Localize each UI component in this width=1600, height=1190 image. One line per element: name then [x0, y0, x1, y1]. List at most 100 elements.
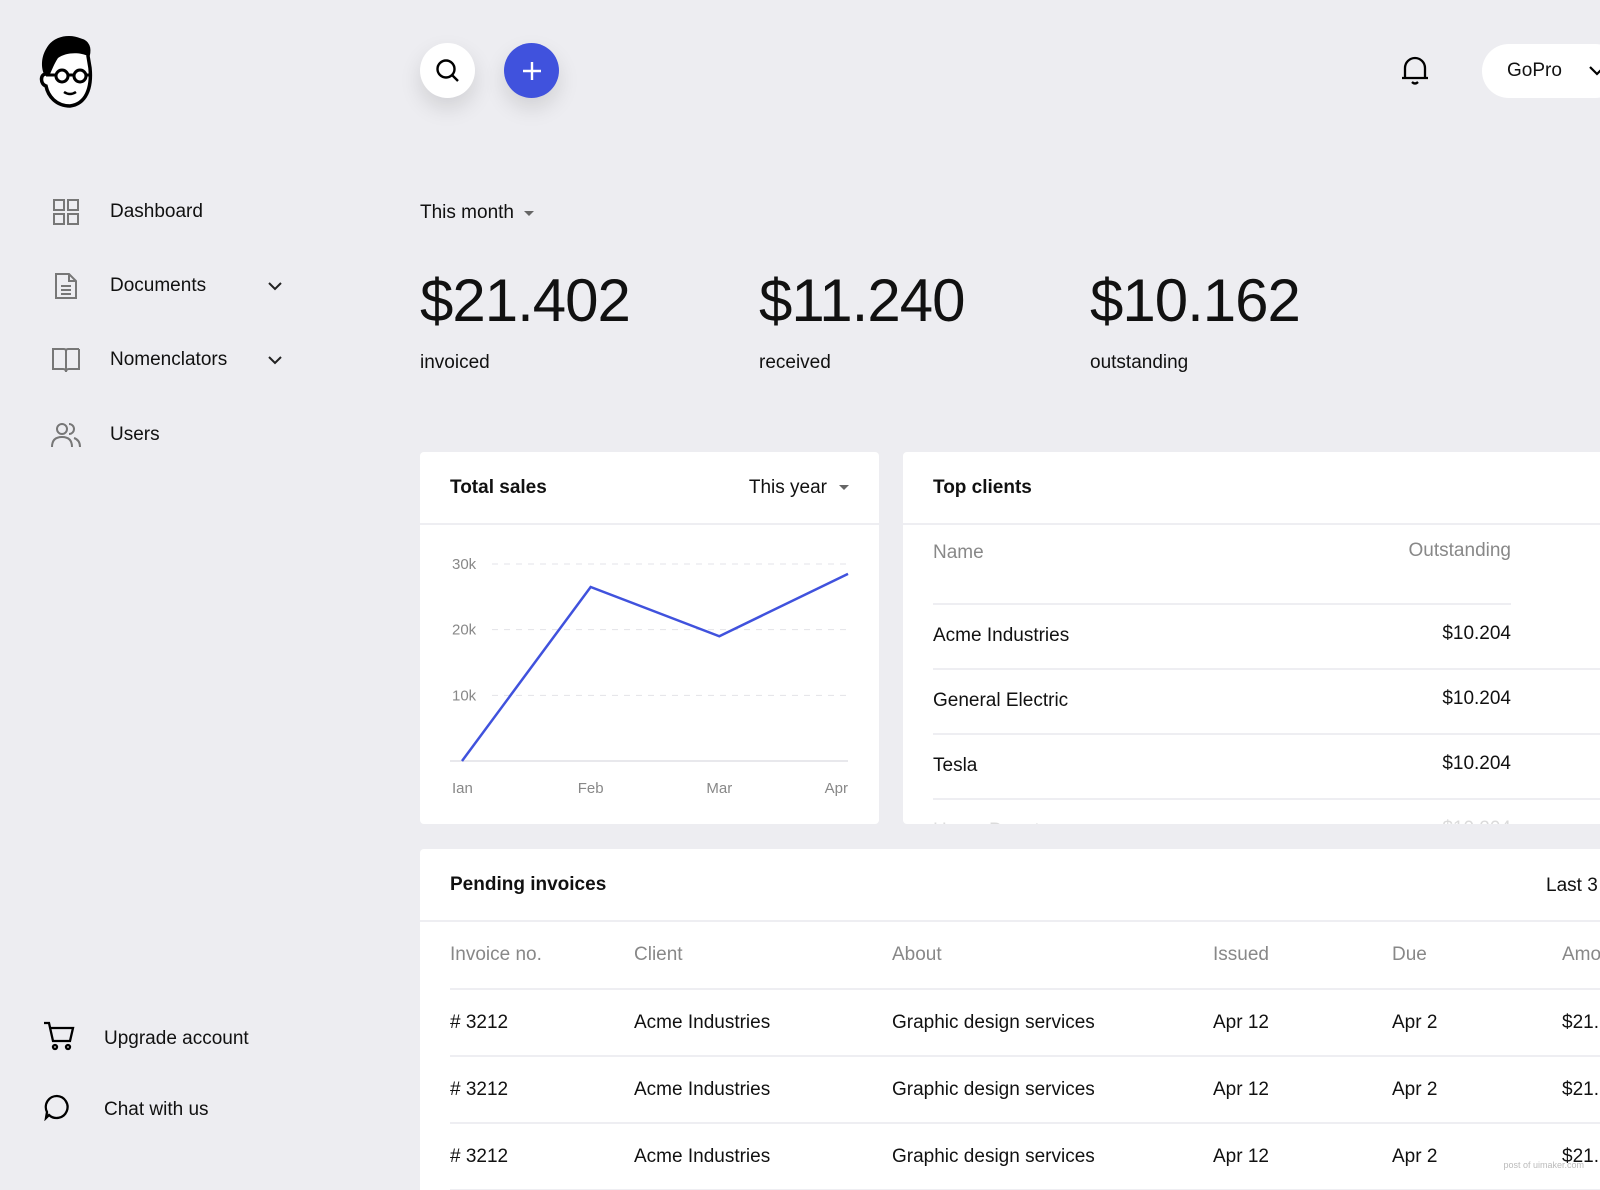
invoice-about: Graphic design services: [892, 1012, 1095, 1033]
sales-line-chart: 10k 20k 30k Ian Feb Mar Apr: [450, 556, 849, 797]
period-dropdown[interactable]: This month: [420, 202, 534, 224]
column-header: About: [892, 944, 942, 965]
invoice-about: Graphic design services: [892, 1079, 1095, 1100]
invoice-issued: Apr 12: [1213, 1012, 1269, 1033]
invoice-client: Acme Industries: [634, 1012, 771, 1033]
chevron-down-icon: [268, 355, 282, 364]
sidebar-item-dashboard[interactable]: Dashboard: [50, 196, 203, 228]
client-row[interactable]: General Electric $10.204: [933, 670, 1600, 735]
x-tick-label: Mar: [706, 780, 732, 797]
chat-icon: [43, 1093, 77, 1127]
add-button[interactable]: [504, 43, 559, 98]
plus-icon: [522, 61, 541, 80]
sidebar-item-label: Nomenclators: [110, 349, 228, 370]
client-outstanding: $10.204: [1442, 688, 1511, 709]
invoice-row[interactable]: # 3212 Acme Industries Graphic design serv…: [450, 1057, 1600, 1124]
chat-with-us-label: Chat with us: [104, 1099, 209, 1120]
y-tick-label: 30k: [452, 556, 477, 573]
card-title: Total sales: [450, 476, 547, 498]
sales-series-line: [460, 572, 849, 762]
invoice-about: Graphic design services: [892, 1146, 1095, 1167]
x-tick-label: Ian: [452, 780, 473, 797]
invoices-table-header: Invoice no. Client About Issued Due Amo: [450, 924, 1600, 990]
kpi-outstanding: $10.162 outstanding: [1090, 265, 1301, 374]
invoice-row[interactable]: # 3212 Acme Industries Graphic design serv…: [450, 1124, 1600, 1190]
caret-down-icon: [523, 210, 534, 216]
kpi-invoiced: $21.402 invoiced: [420, 265, 631, 374]
column-header: Amo: [1562, 944, 1600, 965]
client-name: General Electric: [933, 690, 1069, 711]
bell-icon[interactable]: [1400, 54, 1430, 86]
clients-table-header: Name Outstanding: [933, 540, 1511, 605]
invoice-due: Apr 2: [1392, 1079, 1438, 1100]
client-outstanding: $10.204: [1442, 753, 1511, 774]
client-outstanding: $10.204: [1442, 623, 1511, 644]
column-header: Due: [1392, 944, 1427, 965]
pending-period-dropdown[interactable]: Last 3: [1546, 875, 1598, 897]
kpi-label: invoiced: [420, 352, 490, 373]
search-icon: [435, 58, 459, 82]
invoice-amount: $21.: [1562, 1012, 1599, 1033]
sales-period-dropdown[interactable]: This year: [749, 477, 849, 499]
chevron-down-icon: [268, 281, 282, 290]
kpi-received: $11.240 received: [759, 265, 965, 374]
sidebar-item-nomenclators[interactable]: Nomenclators: [50, 344, 290, 376]
card-title: Pending invoices: [450, 873, 607, 895]
period-label: This month: [420, 202, 514, 223]
kpi-label: outstanding: [1090, 352, 1189, 373]
watermark: post of uimaker.com: [1503, 1160, 1584, 1170]
invoice-issued: Apr 12: [1213, 1146, 1269, 1167]
sidebar-item-label: Dashboard: [110, 201, 203, 222]
invoice-amount: $21.: [1562, 1079, 1599, 1100]
y-tick-label: 10k: [452, 687, 477, 704]
invoice-issued: Apr 12: [1213, 1079, 1269, 1100]
invoice-row[interactable]: # 3212 Acme Industries Graphic design serv…: [450, 990, 1600, 1057]
column-header: Invoice no.: [450, 944, 542, 965]
column-header: Client: [634, 944, 683, 965]
client-row[interactable]: Tesla $10.204: [933, 735, 1600, 800]
sidebar-item-documents[interactable]: Documents: [50, 270, 290, 302]
users-icon: [50, 419, 82, 451]
kpi-label: received: [759, 352, 831, 373]
client-name: Home Depot: [933, 820, 1040, 824]
top-clients-card: Top clients T Name Outstanding Acme Indu…: [903, 452, 1600, 824]
column-header: Outstanding: [1408, 540, 1511, 561]
sidebar-item-label: Documents: [110, 275, 207, 296]
upgrade-account-label: Upgrade account: [104, 1028, 249, 1049]
client-row[interactable]: Home Depot $10.204: [933, 800, 1600, 824]
account-name: GoPro: [1507, 60, 1562, 81]
kpi-value: $10.162: [1090, 267, 1301, 334]
client-row[interactable]: Acme Industries $10.204: [933, 605, 1600, 670]
column-header: Name: [933, 542, 984, 563]
client-name: Acme Industries: [933, 625, 1070, 646]
invoice-due: Apr 2: [1392, 1146, 1438, 1167]
kpi-value: $21.402: [420, 267, 631, 334]
kpi-value: $11.240: [759, 267, 965, 334]
pending-invoices-card: Pending invoices Last 3 Invoice no. Clien…: [420, 849, 1600, 1190]
invoice-due: Apr 2: [1392, 1012, 1438, 1033]
caret-down-icon: [839, 485, 849, 490]
grid-icon: [50, 196, 82, 228]
x-tick-label: Feb: [578, 780, 604, 797]
sidebar-item-users[interactable]: Users: [50, 419, 160, 451]
invoice-client: Acme Industries: [634, 1079, 771, 1100]
client-name: Tesla: [933, 755, 978, 776]
column-header: Issued: [1213, 944, 1269, 965]
search-button[interactable]: [420, 43, 475, 98]
account-dropdown[interactable]: GoPro: [1482, 44, 1600, 98]
book-icon: [50, 344, 82, 376]
sales-period-label: This year: [748, 476, 827, 498]
chat-with-us-link[interactable]: Chat with us: [43, 1093, 209, 1127]
logo-face-icon[interactable]: [36, 34, 98, 110]
card-title: Top clients: [933, 476, 1032, 498]
cart-icon: [43, 1021, 77, 1057]
total-sales-card: Total sales This year 10k 20k 30k Ian Feb Mar…: [420, 452, 879, 824]
client-outstanding: $10.204: [1442, 818, 1511, 824]
x-tick-label: Apr: [825, 780, 848, 797]
document-icon: [50, 270, 82, 302]
invoice-number: # 3212: [450, 1079, 509, 1100]
invoice-client: Acme Industries: [634, 1146, 771, 1167]
upgrade-account-link[interactable]: Upgrade account: [43, 1021, 249, 1057]
y-tick-label: 20k: [452, 622, 477, 639]
chevron-down-icon: [1589, 66, 1600, 76]
